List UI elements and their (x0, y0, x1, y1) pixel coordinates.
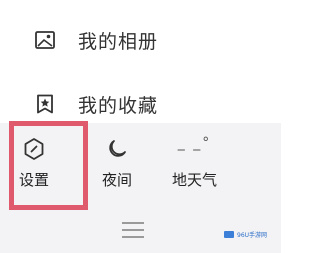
settings-highlight-box (9, 121, 88, 210)
menu-item-favorites[interactable]: 我的收藏 (34, 86, 158, 122)
weather-label: 地天气 (172, 171, 218, 189)
weather-button[interactable]: _ _° 地天气 (172, 135, 217, 190)
watermark-logo-icon (224, 231, 234, 238)
drag-handle-icon[interactable] (122, 222, 144, 243)
watermark-text: 96U手游网 (237, 232, 268, 239)
menu-item-album-label: 我的相册 (78, 30, 159, 53)
night-mode-label: 夜间 (102, 171, 133, 189)
menu-item-album[interactable]: 我的相册 (34, 22, 158, 58)
menu-item-favorites-label: 我的收藏 (78, 94, 159, 117)
watermark-logo: 96U手游网 (224, 230, 267, 239)
moon-icon (106, 135, 128, 163)
photo-album-icon (34, 29, 56, 51)
weather-value: _ _° (177, 135, 212, 151)
favorites-icon (34, 93, 56, 115)
night-mode-button[interactable]: 夜间 (102, 135, 132, 190)
